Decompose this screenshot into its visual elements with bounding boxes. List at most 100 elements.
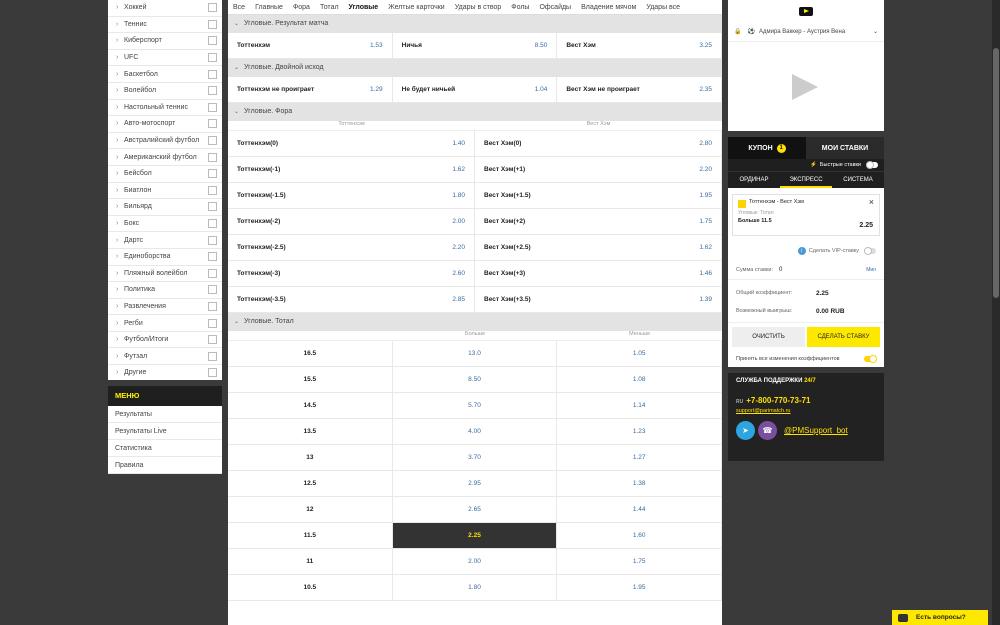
odds-cell[interactable]: Вест Хэм(+3.5) 1.39: [475, 287, 722, 312]
odds-cell[interactable]: Тоттенхэм(-3.5) 2.85: [228, 287, 475, 312]
sidebar-item-sport[interactable]: › Единоборства: [108, 249, 222, 266]
min-button[interactable]: Мин: [866, 267, 876, 273]
odds-under[interactable]: 1.05: [557, 341, 722, 366]
checkbox[interactable]: [208, 318, 217, 328]
telegram-icon[interactable]: ➤: [736, 421, 755, 440]
checkbox[interactable]: [208, 268, 217, 278]
checkbox[interactable]: [208, 119, 217, 129]
sidebar-item-sport[interactable]: › Бейсбол: [108, 166, 222, 183]
play-icon[interactable]: [792, 74, 818, 100]
odds-over[interactable]: 2.95: [393, 471, 558, 496]
tab-bet-type[interactable]: ЭКСПРЕСС: [780, 172, 832, 188]
section-header-result[interactable]: ⌄ Угловые. Результат матча: [228, 15, 722, 33]
sidebar-item-sport[interactable]: › Регби: [108, 315, 222, 332]
place-bet-button[interactable]: СДЕЛАТЬ СТАВКУ: [807, 327, 880, 347]
sidebar-item-sport[interactable]: › Волейбол: [108, 83, 222, 100]
section-header-total[interactable]: ⌄ Угловые. Тотал: [228, 313, 722, 331]
viber-icon[interactable]: ☎: [758, 421, 777, 440]
sidebar-item-sport[interactable]: › Футбол/Итоги: [108, 332, 222, 349]
tab-market[interactable]: Главные: [255, 4, 283, 11]
checkbox[interactable]: [208, 69, 217, 79]
checkbox[interactable]: [208, 152, 217, 162]
tab-market[interactable]: Офсайды: [539, 4, 571, 11]
sidebar-item-sport[interactable]: › Баскетбол: [108, 66, 222, 83]
odds-over[interactable]: 3.70: [393, 445, 558, 470]
odds-cell[interactable]: Вест Хэм(+3) 1.46: [475, 261, 722, 286]
checkbox[interactable]: [208, 136, 217, 146]
odds-cell[interactable]: Тоттенхэм 1.53: [228, 33, 393, 58]
odds-cell[interactable]: Тоттенхэм(0) 1.40: [228, 131, 475, 156]
sidebar-item-sport[interactable]: › Развлечения: [108, 299, 222, 316]
checkbox[interactable]: [208, 102, 217, 112]
odds-over[interactable]: 4.00: [393, 419, 558, 444]
chat-button[interactable]: Есть вопросы?: [892, 610, 988, 625]
odds-cell[interactable]: Вест Хэм(+2.5) 1.62: [475, 235, 722, 260]
checkbox[interactable]: [208, 335, 217, 345]
checkbox[interactable]: [208, 185, 217, 195]
checkbox[interactable]: [208, 351, 217, 361]
checkbox[interactable]: [208, 285, 217, 295]
sidebar-item-sport[interactable]: › Другие: [108, 365, 222, 380]
support-email[interactable]: support@parimatch.ru: [736, 408, 876, 414]
odds-cell[interactable]: Тоттенхэм(-3) 2.60: [228, 261, 475, 286]
odds-under[interactable]: 1.23: [557, 419, 722, 444]
odds-over[interactable]: 1.80: [393, 575, 558, 600]
checkbox[interactable]: [208, 301, 217, 311]
odds-over[interactable]: 2.25: [392, 523, 558, 548]
sidebar-item-sport[interactable]: › Настольный теннис: [108, 100, 222, 117]
odds-over[interactable]: 2.65: [393, 497, 558, 522]
odds-over[interactable]: 5.70: [393, 393, 558, 418]
tab-market[interactable]: Все: [233, 4, 245, 11]
tab-market[interactable]: Угловые: [349, 4, 379, 11]
close-icon[interactable]: ×: [869, 197, 874, 207]
checkbox[interactable]: [208, 219, 217, 229]
checkbox[interactable]: [208, 235, 217, 245]
scrollbar[interactable]: [992, 0, 1000, 625]
sidebar-item-sport[interactable]: › UFC: [108, 50, 222, 67]
sidebar-item-sport[interactable]: › Киберспорт: [108, 33, 222, 50]
checkbox-icon[interactable]: [738, 200, 746, 208]
sidebar-item-sport[interactable]: › Бокс: [108, 216, 222, 233]
odds-cell[interactable]: Тоттенхэм(-2.5) 2.20: [228, 235, 475, 260]
sidebar-item-sport[interactable]: › Хоккей: [108, 0, 222, 17]
odds-cell[interactable]: Вест Хэм не проиграет 2.35: [557, 77, 722, 102]
odds-under[interactable]: 1.38: [557, 471, 722, 496]
odds-under[interactable]: 1.95: [557, 575, 722, 600]
scrollbar-thumb[interactable]: [993, 48, 999, 298]
sidebar-item-sport[interactable]: › Теннис: [108, 17, 222, 34]
checkbox[interactable]: [208, 19, 217, 29]
clear-button[interactable]: ОЧИСТИТЬ: [732, 327, 805, 347]
odds-under[interactable]: 1.27: [557, 445, 722, 470]
odds-cell[interactable]: Ничья 8.50: [393, 33, 558, 58]
sidebar-item-sport[interactable]: › Пляжный волейбол: [108, 266, 222, 283]
odds-cell[interactable]: Вест Хэм(+1.5) 1.95: [475, 183, 722, 208]
checkbox[interactable]: [208, 3, 217, 13]
odds-under[interactable]: 1.08: [557, 367, 722, 392]
odds-over[interactable]: 2.00: [393, 549, 558, 574]
tab-market[interactable]: Желтые карточки: [388, 4, 445, 11]
sidebar-item-sport[interactable]: › Футзал: [108, 348, 222, 366]
odds-cell[interactable]: Тоттенхэм(-1) 1.62: [228, 157, 475, 182]
sidebar-item-sport[interactable]: › Австралийский футбол: [108, 133, 222, 150]
checkbox[interactable]: [208, 169, 217, 179]
tab-market[interactable]: Фолы: [511, 4, 529, 11]
sidebar-item-sport[interactable]: › Политика: [108, 282, 222, 299]
menu-item[interactable]: Правила: [108, 457, 222, 474]
support-bot-link[interactable]: @PMSupport_bot: [784, 426, 848, 435]
support-phone[interactable]: RU +7-800-770-73-71: [736, 396, 876, 405]
tab-market[interactable]: Фора: [293, 4, 310, 11]
odds-cell[interactable]: Вест Хэм(0) 2.80: [475, 131, 722, 156]
checkbox[interactable]: [208, 36, 217, 46]
tab-bet-type[interactable]: СИСТЕМА: [832, 172, 884, 188]
odds-cell[interactable]: Тоттенхэм не проиграет 1.29: [228, 77, 393, 102]
odds-cell[interactable]: Вест Хэм(+2) 1.75: [475, 209, 722, 234]
odds-under[interactable]: 1.60: [557, 523, 722, 548]
odds-cell[interactable]: Вест Хэм 3.25: [557, 33, 722, 58]
tab-market[interactable]: Удары все: [646, 4, 680, 11]
checkbox[interactable]: [208, 202, 217, 212]
odds-under[interactable]: 1.44: [557, 497, 722, 522]
tab-market[interactable]: Тотал: [320, 4, 339, 11]
odds-cell[interactable]: Не будет ничьей 1.04: [393, 77, 558, 102]
menu-item[interactable]: Результаты Live: [108, 423, 222, 440]
sidebar-item-sport[interactable]: › Американский футбол: [108, 149, 222, 166]
